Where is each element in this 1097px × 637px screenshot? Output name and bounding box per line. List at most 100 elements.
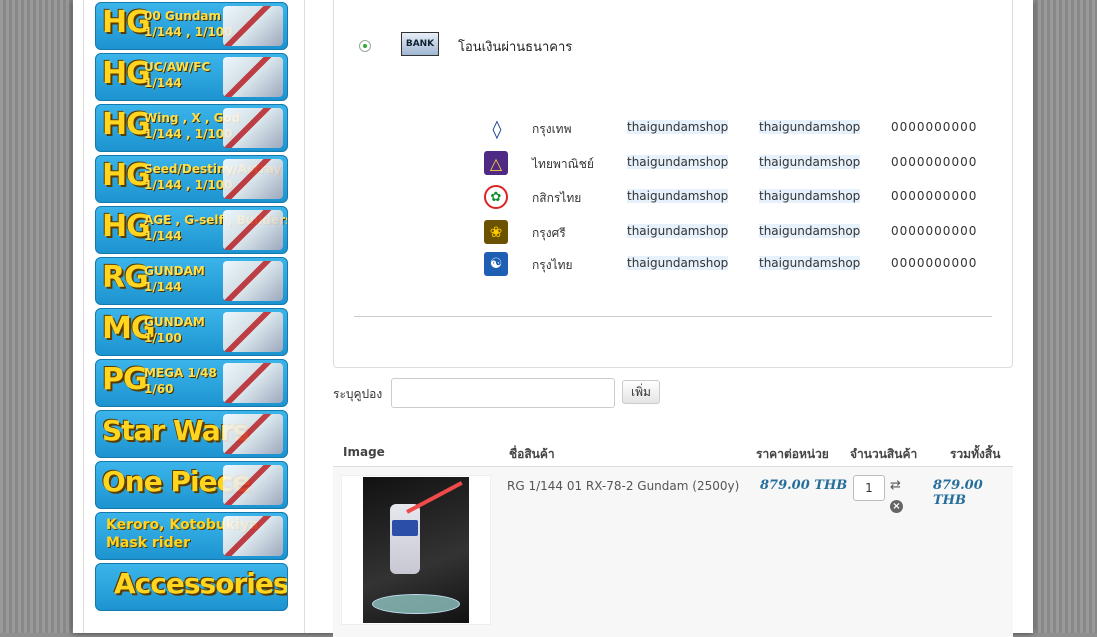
account-number: 0000000000	[891, 120, 978, 134]
banner-scale: 1/144 , 1/100	[144, 25, 233, 39]
banner-series: 00 Gundam	[144, 9, 222, 23]
menu-star-wars[interactable]: Star Wars	[95, 410, 288, 458]
banner-grade: HG	[102, 107, 151, 142]
gundam-chest	[392, 520, 418, 536]
gunpla-figure-icon	[223, 159, 283, 199]
update-quantity-icon[interactable]: ⇄	[890, 479, 904, 493]
column-header-image: Image	[343, 445, 385, 459]
add-coupon-button[interactable]: เพิ่ม	[622, 380, 660, 404]
bank-name: กรุงศรี	[532, 226, 566, 240]
product-name-link[interactable]: RG 1/144 01 RX-78-2 Gundam (2500y)	[507, 479, 739, 493]
banner-scale: 1/144 , 1/100	[144, 127, 233, 141]
account-number: 0000000000	[891, 256, 978, 270]
banner-title: Accessories	[114, 567, 288, 600]
bank-row: ◊ กรุงเทพ thaigundamshop thaigundamshop …	[484, 116, 984, 142]
bank-name: กรุงไทย	[532, 258, 573, 272]
menu-pg-mega[interactable]: PG MEGA 1/48 1/60	[95, 359, 288, 407]
gunpla-figure-icon	[223, 210, 283, 250]
account-name: thaigundamshop	[627, 189, 729, 203]
bank-row: △ ไทยพาณิชย์ thaigundamshop thaigundamsh…	[484, 151, 984, 175]
coupon-input[interactable]	[391, 378, 615, 408]
menu-one-piece[interactable]: One Piece	[95, 461, 288, 509]
banner-grade: HG	[102, 209, 151, 244]
gunpla-figure-icon	[223, 6, 283, 46]
menu-hg-seed-destiny-astray[interactable]: HG Seed/Destiny/Astray 1/144 , 1/100	[95, 155, 288, 203]
product-image[interactable]	[341, 475, 491, 625]
menu-keroro-kotobukiya-mask-rider[interactable]: Keroro, Kotobukiya Mask rider	[95, 512, 288, 560]
account-name: thaigundamshop	[627, 224, 729, 238]
banner-grade: RG	[102, 260, 149, 295]
banner-subtitle: Mask rider	[106, 535, 191, 551]
gunpla-figure-icon	[223, 57, 283, 97]
column-header-quantity: จำนวนสินค้า	[850, 447, 918, 461]
account-number: 0000000000	[891, 155, 978, 169]
banner-grade: PG	[102, 362, 148, 397]
account-branch: thaigundamshop	[759, 155, 861, 169]
account-branch: thaigundamshop	[759, 224, 861, 238]
account-number: 0000000000	[891, 189, 978, 203]
quantity-input[interactable]: 1	[853, 475, 885, 501]
column-header-name: ชื่อสินค้า	[509, 447, 555, 461]
display-base	[372, 594, 460, 614]
account-name: thaigundamshop	[627, 256, 729, 270]
divider	[354, 316, 992, 317]
gunpla-figure-icon	[223, 261, 283, 301]
bank-name: ไทยพาณิชย์	[532, 157, 594, 171]
banner-series: GUNDAM	[144, 264, 205, 278]
bangkok-bank-logo-icon: ◊	[484, 116, 510, 142]
menu-mg-gundam[interactable]: MG GUNDAM 1/100	[95, 308, 288, 356]
column-header-unit-price: ราคาต่อหน่วย	[756, 447, 829, 461]
gunpla-figure-icon	[223, 312, 283, 352]
page-wrapper: HG 00 Gundam 1/144 , 1/100 HG UC/AW/FC 1…	[73, 0, 1033, 637]
gunpla-figure-icon	[223, 363, 283, 403]
line-total: 879.00 THB	[933, 478, 983, 508]
account-branch: thaigundamshop	[759, 120, 861, 134]
banner-grade: HG	[102, 5, 151, 40]
account-name: thaigundamshop	[627, 120, 729, 134]
column-header-total: รวมทั้งสิ้น	[950, 447, 1001, 461]
menu-hg-00-gundam[interactable]: HG 00 Gundam 1/144 , 1/100	[95, 2, 288, 50]
sidebar: HG 00 Gundam 1/144 , 1/100 HG UC/AW/FC 1…	[83, 0, 305, 633]
remove-item-icon[interactable]: ×	[890, 500, 903, 513]
bank-row: ✿ กสิกรไทย thaigundamshop thaigundamshop…	[484, 185, 984, 209]
scb-logo-icon: △	[484, 151, 508, 175]
banner-series: MEGA 1/48	[144, 366, 217, 380]
menu-accessories[interactable]: Accessories	[95, 563, 288, 611]
gundam-figure	[390, 504, 420, 574]
banner-scale: 1/144	[144, 229, 182, 243]
account-name: thaigundamshop	[627, 155, 729, 169]
bank-name: กสิกรไทย	[532, 191, 582, 205]
banner-scale: 1/144	[144, 280, 182, 294]
banner-scale: 1/60	[144, 382, 174, 396]
account-branch: thaigundamshop	[759, 256, 861, 270]
banner-grade: HG	[102, 56, 151, 91]
cart-table-header: Image ชื่อสินค้า ราคาต่อหน่วย จำนวนสินค้…	[333, 438, 1013, 467]
kasikorn-logo-icon: ✿	[484, 185, 508, 209]
payment-method-panel: BANK โอนเงินผ่านธนาคาร ◊ กรุงเทพ thaigun…	[333, 0, 1013, 368]
krungthai-logo-icon: ☯	[484, 252, 508, 276]
banner-grade: HG	[102, 158, 151, 193]
gunpla-figure-icon	[223, 108, 283, 148]
cart-item-row: RG 1/144 01 RX-78-2 Gundam (2500y) 879.0…	[333, 467, 1013, 637]
banner-scale: 1/144 , 1/100	[144, 178, 233, 192]
menu-hg-age-gself-builders[interactable]: HG AGE , G-self , Builders 1/144	[95, 206, 288, 254]
banner-scale: 1/100	[144, 331, 182, 345]
banner-series: UC/AW/FC	[144, 60, 211, 74]
banner-scale: 1/144	[144, 76, 182, 90]
account-branch: thaigundamshop	[759, 189, 861, 203]
bank-name: กรุงเทพ	[532, 122, 572, 136]
account-number: 0000000000	[891, 224, 978, 238]
darth-vader-icon	[223, 414, 283, 454]
bank-transfer-radio[interactable]	[359, 40, 371, 52]
bank-row: ❀ กรุงศรี thaigundamshop thaigundamshop …	[484, 220, 984, 244]
menu-rg-gundam[interactable]: RG GUNDAM 1/144	[95, 257, 288, 305]
krungsri-logo-icon: ❀	[484, 220, 508, 244]
coupon-label: ระบุคูปอง	[333, 387, 383, 401]
one-piece-characters-icon	[223, 465, 283, 505]
bank-row: ☯ กรุงไทย thaigundamshop thaigundamshop …	[484, 252, 984, 276]
menu-hg-uc-aw-fc[interactable]: HG UC/AW/FC 1/144	[95, 53, 288, 101]
unit-price: 879.00 THB	[760, 478, 848, 493]
bank-icon: BANK	[401, 32, 439, 56]
menu-hg-wing-x-god[interactable]: HG Wing , X , God 1/144 , 1/100	[95, 104, 288, 152]
payment-method-title: โอนเงินผ่านธนาคาร	[458, 40, 573, 55]
